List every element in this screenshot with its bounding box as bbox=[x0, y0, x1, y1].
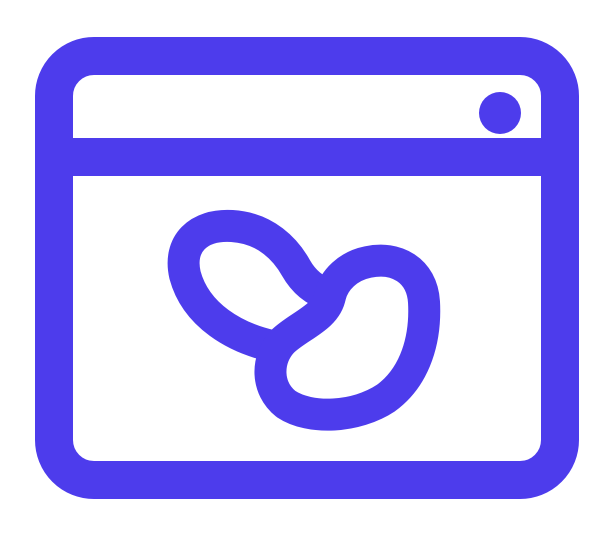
browser-window-beans-icon bbox=[35, 37, 579, 499]
window-dot-icon bbox=[479, 92, 521, 134]
icon-canvas bbox=[0, 0, 610, 538]
